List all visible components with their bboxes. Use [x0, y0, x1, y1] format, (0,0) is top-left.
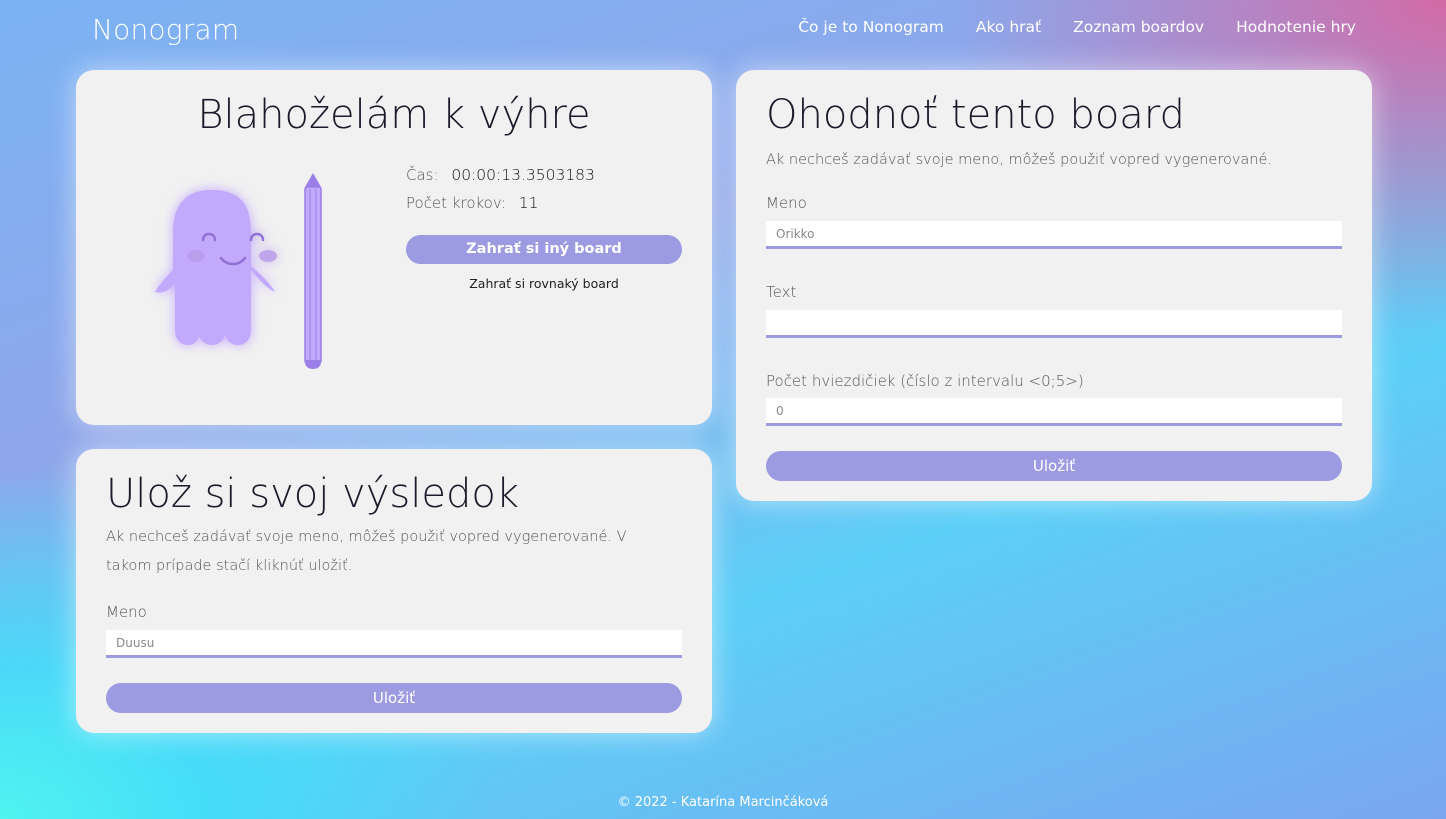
nav-item-board-list[interactable]: Zoznam boardov [1073, 18, 1204, 36]
rate-board-card: Ohodnoť tento board Ak nechceš zadávať s… [736, 70, 1372, 501]
win-title: Blahoželám k výhre [197, 92, 591, 138]
steps-value: 11 [518, 194, 539, 212]
rate-stars-input[interactable] [766, 398, 1342, 426]
rate-name-label: Meno [766, 194, 807, 212]
footer-copyright: © 2022 - Katarína Marcinčáková [617, 795, 829, 810]
result-stats: Čas: 00:00:13.3503183 Počet krokov: 11 [406, 166, 595, 222]
play-same-board-link[interactable]: Zahrať si rovnaký board [406, 276, 682, 291]
steps-label: Počet krokov: [406, 194, 506, 212]
nav-item-game-rating[interactable]: Hodnotenie hry [1236, 18, 1356, 36]
ghost-with-pencil-icon [155, 173, 322, 369]
save-description: Ak nechceš zadávať svoje meno, môžeš pou… [106, 529, 627, 574]
win-card: Blahoželám k výhre Čas: 00:00:13.3503183… [76, 70, 712, 425]
save-result-card: Ulož si svoj výsledok Ak nechceš zadávať… [76, 449, 712, 733]
rate-save-button[interactable]: Uložiť [766, 451, 1342, 481]
nav-menu: Čo je to Nonogram Ako hrať Zoznam boardo… [798, 18, 1356, 36]
rate-description: Ak nechceš zadávať svoje meno, môžeš pou… [766, 152, 1273, 168]
navbar: Nonogram Čo je to Nonogram Ako hrať Zozn… [0, 0, 1446, 62]
save-result-button[interactable]: Uložiť [106, 683, 682, 713]
save-name-label: Meno [106, 603, 147, 621]
save-title: Ulož si svoj výsledok [106, 471, 519, 517]
time-label: Čas: [406, 166, 439, 184]
ghost-illustration [151, 170, 351, 380]
rate-text-input[interactable] [766, 310, 1342, 338]
rate-name-input[interactable] [766, 221, 1342, 249]
time-row: Čas: 00:00:13.3503183 [406, 166, 595, 184]
rate-title: Ohodnoť tento board [766, 92, 1185, 138]
steps-row: Počet krokov: 11 [406, 194, 595, 212]
brand-logo[interactable]: Nonogram [92, 13, 239, 46]
save-name-input[interactable] [106, 630, 682, 658]
play-other-board-button[interactable]: Zahrať si iný board [406, 235, 682, 264]
nav-item-how-to-play[interactable]: Ako hrať [976, 18, 1041, 36]
pencil-icon [304, 173, 322, 369]
nav-item-what-is-nonogram[interactable]: Čo je to Nonogram [798, 18, 944, 36]
rate-text-label: Text [766, 283, 797, 301]
rate-stars-label: Počet hviezdičiek (číslo z intervalu <0;… [766, 372, 1084, 390]
time-value: 00:00:13.3503183 [451, 166, 595, 184]
